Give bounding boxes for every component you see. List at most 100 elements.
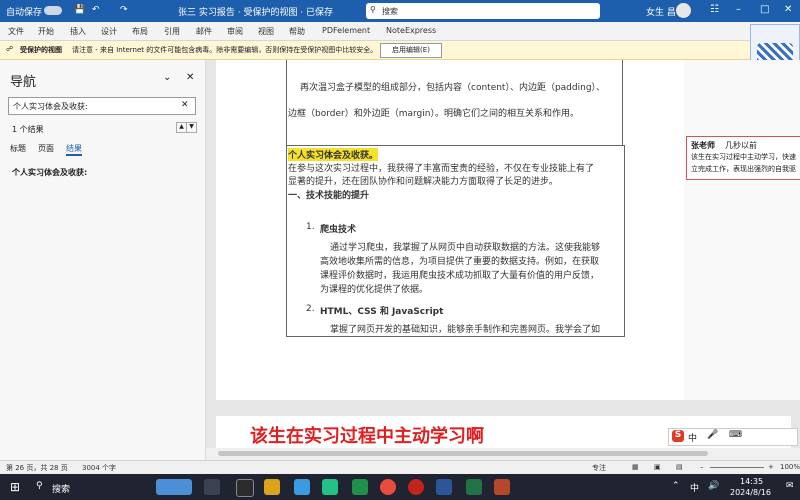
- tab-pages[interactable]: 页面: [38, 143, 54, 154]
- doc-item1-title: 爬虫技术: [320, 225, 357, 235]
- notification-icon[interactable]: ✉: [786, 481, 794, 491]
- doc-item1-line3: 课程评价数据时，我运用爬虫技术成功抓取了大量有价值的用户反馈，: [320, 271, 600, 281]
- comment-card[interactable]: 张老师 几秒以前 该生在实习过程中主动学习，快速 立完成工作，表现出强烈的自我驱: [686, 136, 800, 180]
- tray-lang[interactable]: 中: [690, 481, 699, 494]
- zoom-slider[interactable]: [710, 467, 764, 468]
- next-result-button[interactable]: ▼: [186, 122, 197, 133]
- user-name[interactable]: 女生 昌: [646, 5, 676, 18]
- doc-item1-line4: 为课程的优化提供了依据。: [320, 285, 429, 295]
- web-layout-icon[interactable]: ▤: [676, 463, 683, 471]
- undo-icon[interactable]: ↶: [92, 5, 100, 15]
- doc-intro-line2: 显著的提升，还在团队协作和问题解决能力方面取得了长足的进步。: [288, 177, 559, 187]
- tab-view[interactable]: 视图: [258, 26, 274, 37]
- word-count[interactable]: 3004 个字: [82, 463, 116, 473]
- nav-search-input[interactable]: 个人实习体会及收获: ✕: [8, 97, 196, 115]
- doc-heading-highlight: 个人实习体会及收获。: [288, 148, 379, 161]
- page-count[interactable]: 第 26 页，共 28 页: [6, 463, 68, 473]
- ime-toolbar[interactable]: S 中 🎤 ⌨: [668, 428, 798, 446]
- zoom-in-icon[interactable]: +: [768, 463, 774, 471]
- tab-insert[interactable]: 插入: [70, 26, 86, 37]
- app-icon-4[interactable]: [352, 479, 368, 495]
- start-icon[interactable]: ⊞: [10, 480, 20, 494]
- clear-icon[interactable]: ✕: [181, 100, 189, 110]
- tab-mailings[interactable]: 邮件: [196, 26, 212, 37]
- ribbon-tabs: 文件 开始 插入 设计 布局 引用 邮件 审阅 视图 帮助 PDFelement…: [0, 22, 800, 41]
- tray-chevron-icon[interactable]: ⌃: [672, 481, 680, 491]
- maximize-button[interactable]: □: [760, 4, 769, 15]
- keyboard-icon[interactable]: ⌨: [729, 430, 742, 440]
- comment-pane: [684, 60, 800, 400]
- doc-item1-number: 1.: [306, 222, 315, 232]
- autosave-toggle[interactable]: [44, 6, 62, 15]
- comment-line2: 立完成工作，表现出强烈的自我驱: [691, 165, 796, 173]
- enable-editing-button[interactable]: 启用编辑(E): [380, 43, 442, 58]
- document-title[interactable]: 张三 实习报告 · 受保护的视图 · 已保存: [178, 5, 333, 18]
- word-icon[interactable]: [436, 479, 452, 495]
- widget-icon[interactable]: [156, 479, 192, 495]
- comment-author: 张老师: [691, 141, 715, 150]
- ribbon-display-icon[interactable]: ☷: [710, 4, 719, 15]
- protected-view-title: 受保护的视图: [20, 46, 62, 54]
- tab-layout[interactable]: 布局: [132, 26, 148, 37]
- document-area: 再次温习盒子模型的组成部分，包括内容（content）、内边距（padding）…: [206, 60, 800, 448]
- zoom-level[interactable]: 100%: [780, 463, 800, 471]
- excel-icon[interactable]: [466, 479, 482, 495]
- task-view-icon[interactable]: [204, 479, 220, 495]
- nav-title: 导航: [10, 75, 37, 90]
- doc-para1-line1: 再次温习盒子模型的组成部分，包括内容（content）、内边距（padding）…: [300, 83, 606, 93]
- save-icon[interactable]: 💾: [74, 5, 85, 15]
- tab-noteexpress[interactable]: NoteExpress: [386, 26, 436, 35]
- taskbar-search-icon[interactable]: ⚲: [36, 481, 43, 491]
- comment-time: 几秒以前: [725, 141, 757, 150]
- app-icon-1[interactable]: [236, 479, 254, 497]
- tab-help[interactable]: 帮助: [289, 26, 305, 37]
- focus-mode[interactable]: 专注: [592, 463, 606, 473]
- scrollbar-thumb[interactable]: [218, 451, 708, 456]
- document-page: 再次温习盒子模型的组成部分，包括内容（content）、内边距（padding）…: [216, 60, 686, 400]
- record-icon[interactable]: [408, 479, 424, 495]
- app-icon-5[interactable]: [494, 479, 510, 495]
- shield-icon: ☍: [6, 45, 14, 53]
- doc-para1-line2: 边框（border）和外边距（margin）。明确它们之间的相互关系和作用。: [288, 109, 579, 119]
- tab-file[interactable]: 文件: [8, 26, 24, 37]
- minimize-button[interactable]: –: [736, 4, 741, 15]
- microphone-icon[interactable]: 🎤: [707, 430, 718, 440]
- search-placeholder: 搜索: [382, 7, 398, 16]
- tab-review[interactable]: 审阅: [227, 26, 243, 37]
- print-layout-icon[interactable]: ▣: [654, 463, 661, 471]
- result-item[interactable]: 个人实习体会及收获:: [12, 167, 87, 178]
- nav-search-value: 个人实习体会及收获:: [13, 102, 88, 111]
- app-icon-pycharm[interactable]: [322, 479, 338, 495]
- taskbar-search-label[interactable]: 搜索: [52, 482, 70, 495]
- close-icon[interactable]: ✕: [186, 72, 194, 83]
- read-mode-icon[interactable]: ▦: [632, 463, 639, 471]
- redo-icon[interactable]: ↷: [120, 5, 128, 15]
- search-box[interactable]: ⚲ 搜索: [366, 3, 600, 19]
- app-icon-2[interactable]: [264, 479, 280, 495]
- result-count: 1 个结果: [12, 125, 44, 134]
- chrome-icon[interactable]: [380, 479, 396, 495]
- protected-view-bar: ☍ 受保护的视图 请注意 - 来自 Internet 的文件可能包含病毒。除非需…: [0, 41, 750, 60]
- ime-lang[interactable]: 中: [688, 431, 697, 444]
- protected-view-message: 请注意 - 来自 Internet 的文件可能包含病毒。除非需要编辑，否则保持在…: [72, 46, 378, 54]
- tab-headings[interactable]: 标题: [10, 143, 26, 154]
- tab-pdfelement[interactable]: PDFelement: [322, 26, 370, 35]
- tab-results[interactable]: 结果: [66, 143, 82, 156]
- search-icon: ⚲: [370, 5, 376, 14]
- close-button[interactable]: ✕: [784, 4, 792, 15]
- status-bar: 第 26 页，共 28 页 3004 个字 专注 ▦ ▣ ▤ – + 100%: [0, 460, 800, 475]
- tab-references[interactable]: 引用: [164, 26, 180, 37]
- doc-item1-line1: 通过学习爬虫，我掌握了从网页中自动获取数据的方法。这使我能够: [330, 243, 601, 253]
- navigation-pane: 导航 ⌄ ✕ 个人实习体会及收获: ✕ 1 个结果 ▲ ▼ 标题 页面 结果 个…: [0, 60, 206, 460]
- avatar[interactable]: [676, 3, 691, 18]
- clock-date[interactable]: 2024/8/16: [730, 488, 771, 497]
- volume-icon[interactable]: 🔊: [708, 481, 719, 491]
- zoom-out-icon[interactable]: –: [700, 463, 704, 471]
- app-icon-3[interactable]: [294, 479, 310, 495]
- clock-time[interactable]: 14:35: [740, 477, 763, 486]
- tab-home[interactable]: 开始: [38, 26, 54, 37]
- tab-design[interactable]: 设计: [101, 26, 117, 37]
- horizontal-scrollbar[interactable]: [206, 448, 800, 460]
- doc-intro-line1: 在参与这次实习过程中，我获得了丰富而宝贵的经验，不仅在专业技能上有了: [288, 164, 595, 174]
- chevron-down-icon[interactable]: ⌄: [163, 72, 171, 83]
